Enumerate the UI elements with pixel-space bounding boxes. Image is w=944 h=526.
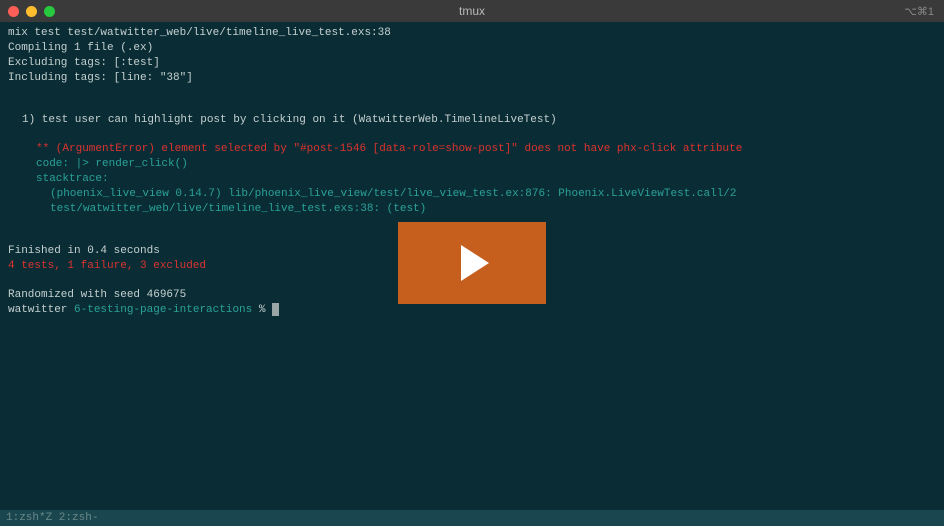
prompt-line[interactable]: watwitter 6-testing-page-interactions %: [8, 303, 936, 318]
play-button[interactable]: [398, 222, 546, 304]
test-header: 1) test user can highlight post by click…: [8, 113, 936, 128]
prompt-branch: 6-testing-page-interactions: [74, 304, 252, 316]
tmux-statusbar: 1:zsh*Z 2:zsh-: [0, 510, 944, 526]
stacktrace-label: stacktrace:: [8, 172, 936, 187]
window-right-indicator: ⌥⌘1: [904, 5, 934, 18]
code-line: code: |> render_click(): [8, 157, 936, 172]
close-window-button[interactable]: [8, 6, 19, 17]
trace-line-2: test/watwitter_web/live/timeline_live_te…: [8, 202, 936, 217]
cursor: [272, 303, 279, 316]
error-line: ** (ArgumentError) element selected by "…: [8, 142, 936, 157]
trace-line-1: (phoenix_live_view 0.14.7) lib/phoenix_l…: [8, 187, 936, 202]
window-titlebar: tmux ⌥⌘1: [0, 0, 944, 22]
play-icon: [461, 245, 489, 281]
including-line: Including tags: [line: "38"]: [8, 71, 936, 86]
command-line: mix test test/watwitter_web/live/timelin…: [8, 26, 936, 41]
window-title: tmux: [459, 4, 485, 18]
traffic-lights: [8, 6, 55, 17]
prompt-symbol: %: [259, 304, 266, 316]
statusbar-windows[interactable]: 1:zsh*Z 2:zsh-: [6, 512, 98, 524]
excluding-line: Excluding tags: [:test]: [8, 56, 936, 71]
maximize-window-button[interactable]: [44, 6, 55, 17]
prompt-host: watwitter: [8, 304, 67, 316]
minimize-window-button[interactable]: [26, 6, 37, 17]
compiling-line: Compiling 1 file (.ex): [8, 41, 936, 56]
